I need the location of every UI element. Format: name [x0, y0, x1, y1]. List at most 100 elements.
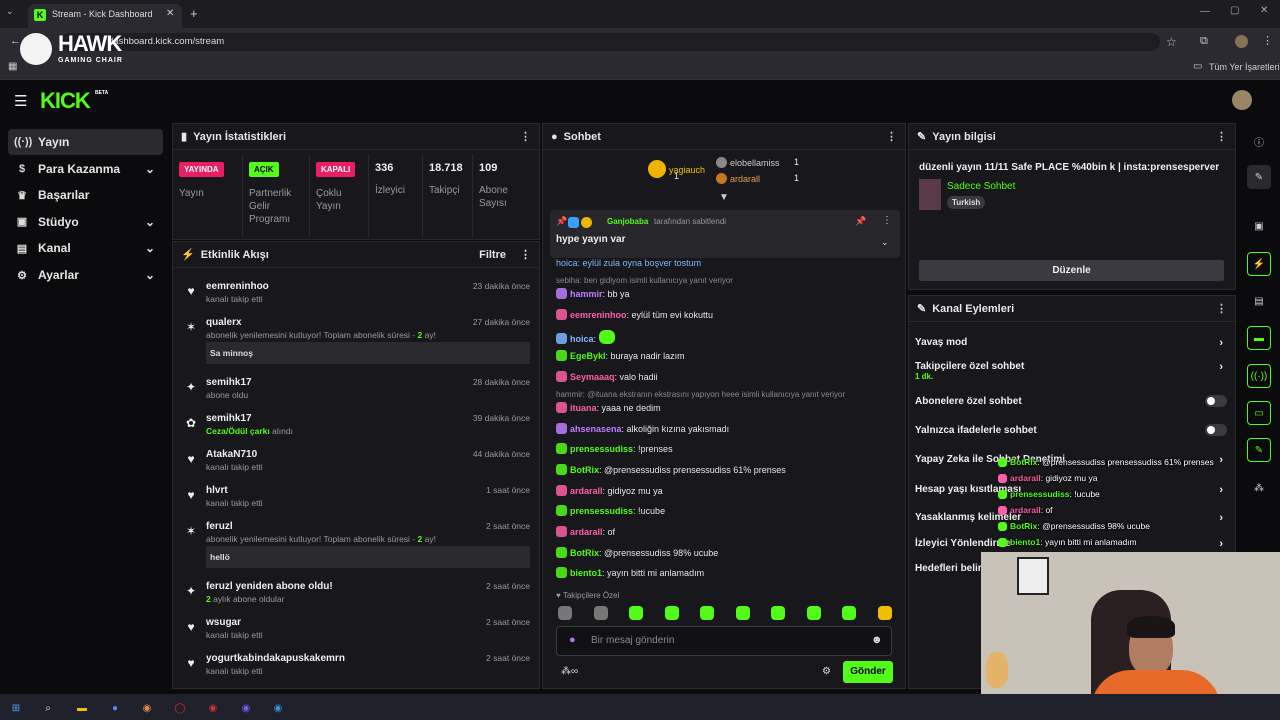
url-input[interactable]: dashboard.kick.com/stream: [60, 33, 1160, 51]
emote-icon[interactable]: [664, 606, 679, 620]
chat-username[interactable]: prensessudiss: [570, 506, 633, 516]
points-icon[interactable]: ⁂∞: [561, 666, 578, 677]
send-button[interactable]: Gönder: [843, 661, 893, 683]
chat-username[interactable]: ardarall: [570, 486, 603, 496]
feed-name[interactable]: wsugar: [206, 617, 241, 628]
capture-icon[interactable]: ▣: [1247, 214, 1271, 238]
chat-username[interactable]: hoica: [570, 334, 594, 344]
chevron-down-icon[interactable]: ⌄: [145, 268, 155, 282]
gifter-name[interactable]: ardarall: [730, 174, 760, 184]
chevron-down-icon[interactable]: ⌄: [145, 215, 155, 229]
channel-action-row[interactable]: Abonelere özel sohbet: [915, 395, 1227, 412]
chat-username[interactable]: ahsenasena: [570, 424, 622, 434]
toggle-switch[interactable]: [1205, 395, 1227, 407]
browser-menu-icon[interactable]: ⋮: [1262, 34, 1273, 47]
sidebar-item-5[interactable]: ⚙ Ayarlar ⌄: [8, 262, 163, 288]
emote-icon[interactable]: [877, 606, 892, 620]
pinned-menu-icon[interactable]: ⋮: [882, 215, 892, 226]
emote-icon[interactable]: [558, 606, 572, 620]
file-explorer-icon[interactable]: ▬: [72, 698, 92, 718]
channel-action-row[interactable]: Yalnızca ifadelerle sohbet: [915, 424, 1227, 441]
info-menu-icon[interactable]: ⋮: [1216, 130, 1227, 143]
sidebar-item-4[interactable]: ▤ Kanal ⌄: [8, 235, 163, 261]
chevron-down-icon[interactable]: ⌄: [145, 162, 155, 176]
bookmark-star-icon[interactable]: ☆: [1166, 35, 1177, 49]
folder-icon[interactable]: ▭: [1193, 61, 1202, 72]
emote-icon[interactable]: [629, 606, 643, 620]
feed-name[interactable]: qualerx: [206, 317, 242, 328]
gifter-name[interactable]: elobellamiss: [730, 158, 780, 168]
emote-icon[interactable]: [735, 606, 750, 620]
chat-username[interactable]: ardarall: [570, 527, 603, 537]
chevron-right-icon[interactable]: ›: [1219, 361, 1223, 373]
bolt-icon[interactable]: ⚡: [1247, 252, 1271, 276]
chat-username[interactable]: BotRix: [570, 465, 599, 475]
app-icon[interactable]: ●: [105, 698, 125, 718]
info-icon[interactable]: ⓘ: [1247, 129, 1271, 153]
chevron-right-icon[interactable]: ›: [1219, 512, 1223, 524]
channel-action-row[interactable]: Takipçilere özel sohbet 1 dk. ›: [915, 361, 1227, 381]
sidebar-item-2[interactable]: ♛ Başarılar: [8, 182, 163, 208]
feed-name[interactable]: AtakaN710: [206, 449, 257, 460]
discord-icon[interactable]: ◉: [236, 698, 256, 718]
unpin-icon[interactable]: 📌: [855, 216, 866, 227]
emote-icon[interactable]: [700, 606, 714, 620]
opera-icon[interactable]: ◯: [170, 698, 190, 718]
steam-icon[interactable]: ◉: [268, 698, 288, 718]
channel-action-row[interactable]: Yavaş mod ›: [915, 337, 1227, 353]
emote-icon[interactable]: [806, 606, 821, 620]
chat-username[interactable]: prensessudiss: [570, 444, 633, 454]
feed-name[interactable]: eemreninhoo: [206, 281, 269, 292]
profile-avatar[interactable]: [1235, 35, 1248, 48]
emote-icon[interactable]: [842, 606, 856, 620]
feed-name[interactable]: hlvrt: [206, 485, 228, 496]
chat-icon[interactable]: ▬: [1247, 326, 1271, 350]
extensions-icon[interactable]: ⧉: [1200, 35, 1208, 48]
search-icon[interactable]: ⌕: [38, 698, 58, 718]
user-avatar[interactable]: [1232, 90, 1252, 110]
chevron-right-icon[interactable]: ›: [1219, 454, 1223, 466]
apps-grid-icon[interactable]: ▦: [8, 61, 17, 72]
hamburger-menu-icon[interactable]: ☰: [14, 92, 27, 110]
chat-username[interactable]: eemreninhoo: [570, 310, 627, 320]
pinned-expand-icon[interactable]: ⌄: [881, 237, 889, 248]
actions-menu-icon[interactable]: ⋮: [1216, 302, 1227, 315]
window-close-icon[interactable]: ✕: [1260, 5, 1268, 16]
chat-username[interactable]: Seymaaaq: [570, 372, 615, 382]
chat-username[interactable]: EgeBykl: [570, 351, 606, 361]
tab-close-icon[interactable]: ✕: [166, 8, 174, 19]
chat-settings-icon[interactable]: ⚙: [822, 666, 831, 677]
video-icon[interactable]: ▭: [1247, 401, 1271, 425]
edit-button[interactable]: Düzenle: [919, 260, 1224, 281]
sidebar-item-3[interactable]: ▣ Stüdyo ⌄: [8, 209, 163, 235]
feed-filter-button[interactable]: Filtre: [479, 249, 506, 261]
feed-name[interactable]: yogurtkabindakapuskakemrn: [206, 653, 345, 664]
feed-menu-icon[interactable]: ⋮: [520, 248, 531, 261]
sidebar-item-1[interactable]: $ Para Kazanma ⌄: [8, 156, 163, 182]
windows-start-icon[interactable]: ⊞: [6, 698, 26, 718]
microphone-icon[interactable]: ●: [569, 634, 576, 646]
notes-icon[interactable]: ▤: [1247, 289, 1271, 313]
new-tab-icon[interactable]: +: [190, 6, 198, 21]
toggle-switch[interactable]: [1205, 424, 1227, 436]
emoji-icon[interactable]: ☻: [871, 634, 883, 646]
chevron-down-icon[interactable]: ⌄: [145, 241, 155, 255]
chat-username[interactable]: biento1: [570, 568, 602, 578]
sidebar-item-0[interactable]: ((·)) Yayın: [8, 129, 163, 155]
minimize-icon[interactable]: —: [1200, 6, 1210, 17]
wrench-icon[interactable]: ✎: [1247, 438, 1271, 462]
chevron-right-icon[interactable]: ›: [1219, 538, 1223, 550]
edit-icon[interactable]: ✎: [1247, 165, 1271, 189]
chat-input[interactable]: ● Bir mesaj gönderin ☻: [556, 626, 892, 656]
browser-tab[interactable]: K Stream - Kick Dashboard ✕: [28, 4, 182, 28]
chat-username[interactable]: hammir: [570, 289, 603, 299]
chrome-icon[interactable]: ◉: [137, 698, 157, 718]
feed-name[interactable]: semihk17: [206, 377, 252, 388]
gaming-icon[interactable]: ◉: [203, 698, 223, 718]
chevron-right-icon[interactable]: ›: [1219, 484, 1223, 496]
share-icon[interactable]: ⁂: [1247, 476, 1271, 500]
collapse-arrow-icon[interactable]: ▼: [719, 192, 729, 203]
all-bookmarks-link[interactable]: Tüm Yer İşaretleri: [1209, 62, 1280, 72]
broadcast-icon[interactable]: ((·)): [1247, 364, 1271, 388]
emote-icon[interactable]: [771, 606, 785, 620]
